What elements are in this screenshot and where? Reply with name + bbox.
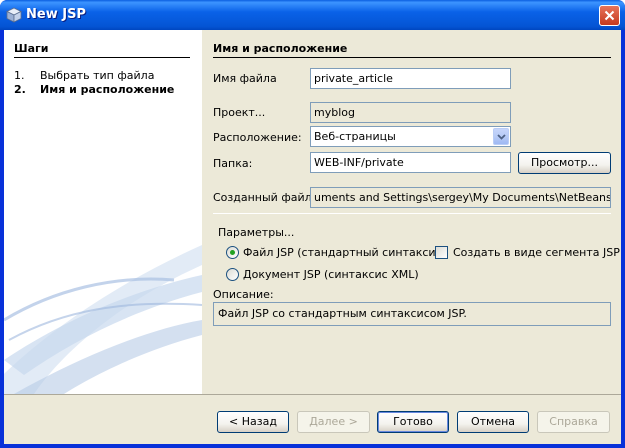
step-item-choose-type: 1. Выбрать тип файла: [14, 69, 154, 82]
file-name-input[interactable]: private_article: [310, 68, 511, 89]
title-bar[interactable]: New JSP: [0, 0, 625, 30]
description-label: Описание:: [213, 288, 274, 301]
next-button[interactable]: Далее >: [297, 411, 370, 433]
step-number: 2.: [14, 83, 26, 96]
content-pane: Имя и расположение Имя файла private_art…: [202, 30, 621, 394]
close-button[interactable]: [599, 5, 620, 26]
radio-jsp-xml-label[interactable]: Документ JSP (синтаксис XML): [243, 268, 419, 281]
file-name-label: Имя файла: [213, 72, 277, 85]
step-item-name-location: 2. Имя и расположение: [14, 83, 174, 96]
steps-divider: [14, 57, 190, 58]
segment-checkbox-label[interactable]: Создать в виде сегмента JSP: [453, 246, 620, 259]
step-label: Выбрать тип файла: [40, 69, 155, 82]
description-box: Файл JSP со стандартным синтаксисом JSP.: [213, 302, 611, 326]
radio-jsp-standard[interactable]: [226, 246, 239, 259]
browse-button[interactable]: Просмотр...: [518, 152, 611, 174]
form-separator: [213, 213, 611, 214]
cancel-button[interactable]: Отмена: [457, 411, 529, 433]
project-field: myblog: [310, 102, 511, 123]
radio-jsp-xml[interactable]: [226, 268, 239, 281]
finish-button[interactable]: Готово: [377, 411, 449, 433]
dialog-client: Шаги 1. Выбрать тип файла 2. Имя и располо…: [4, 30, 621, 444]
segment-checkbox[interactable]: [435, 246, 448, 259]
steps-pane: Шаги 1. Выбрать тип файла 2. Имя и располо…: [4, 30, 202, 394]
dialog-window: New JSP Шаги 1. Выбрать тип файла 2. Имя…: [0, 0, 625, 448]
folder-input[interactable]: WEB-INF/private: [310, 152, 511, 173]
location-select-value: Веб-страницы: [314, 130, 396, 143]
params-title: Параметры...: [218, 226, 295, 239]
created-file-field: uments and Settings\sergey\My Documents\…: [310, 187, 611, 208]
back-button[interactable]: < Назад: [217, 411, 289, 433]
help-button[interactable]: Справка: [537, 411, 610, 433]
radio-selected-dot: [230, 250, 235, 255]
location-select[interactable]: Веб-страницы: [310, 126, 511, 147]
steps-title: Шаги: [14, 42, 49, 55]
close-icon: [604, 10, 615, 21]
created-file-label: Созданный файл:: [213, 191, 316, 204]
window-title: New JSP: [26, 7, 86, 22]
project-label: Проект...: [213, 106, 266, 119]
section-title: Имя и расположение: [213, 42, 348, 55]
section-divider: [213, 57, 611, 58]
step-number: 1.: [14, 69, 25, 82]
location-label: Расположение:: [213, 131, 302, 144]
button-bar-separator: [4, 394, 621, 395]
step-label: Имя и расположение: [40, 83, 175, 96]
radio-jsp-standard-label[interactable]: Файл JSP (стандартный синтаксис): [243, 246, 446, 259]
folder-label: Папка:: [213, 157, 253, 170]
netbeans-cube-icon: [6, 7, 22, 23]
chevron-down-icon[interactable]: [493, 128, 509, 145]
